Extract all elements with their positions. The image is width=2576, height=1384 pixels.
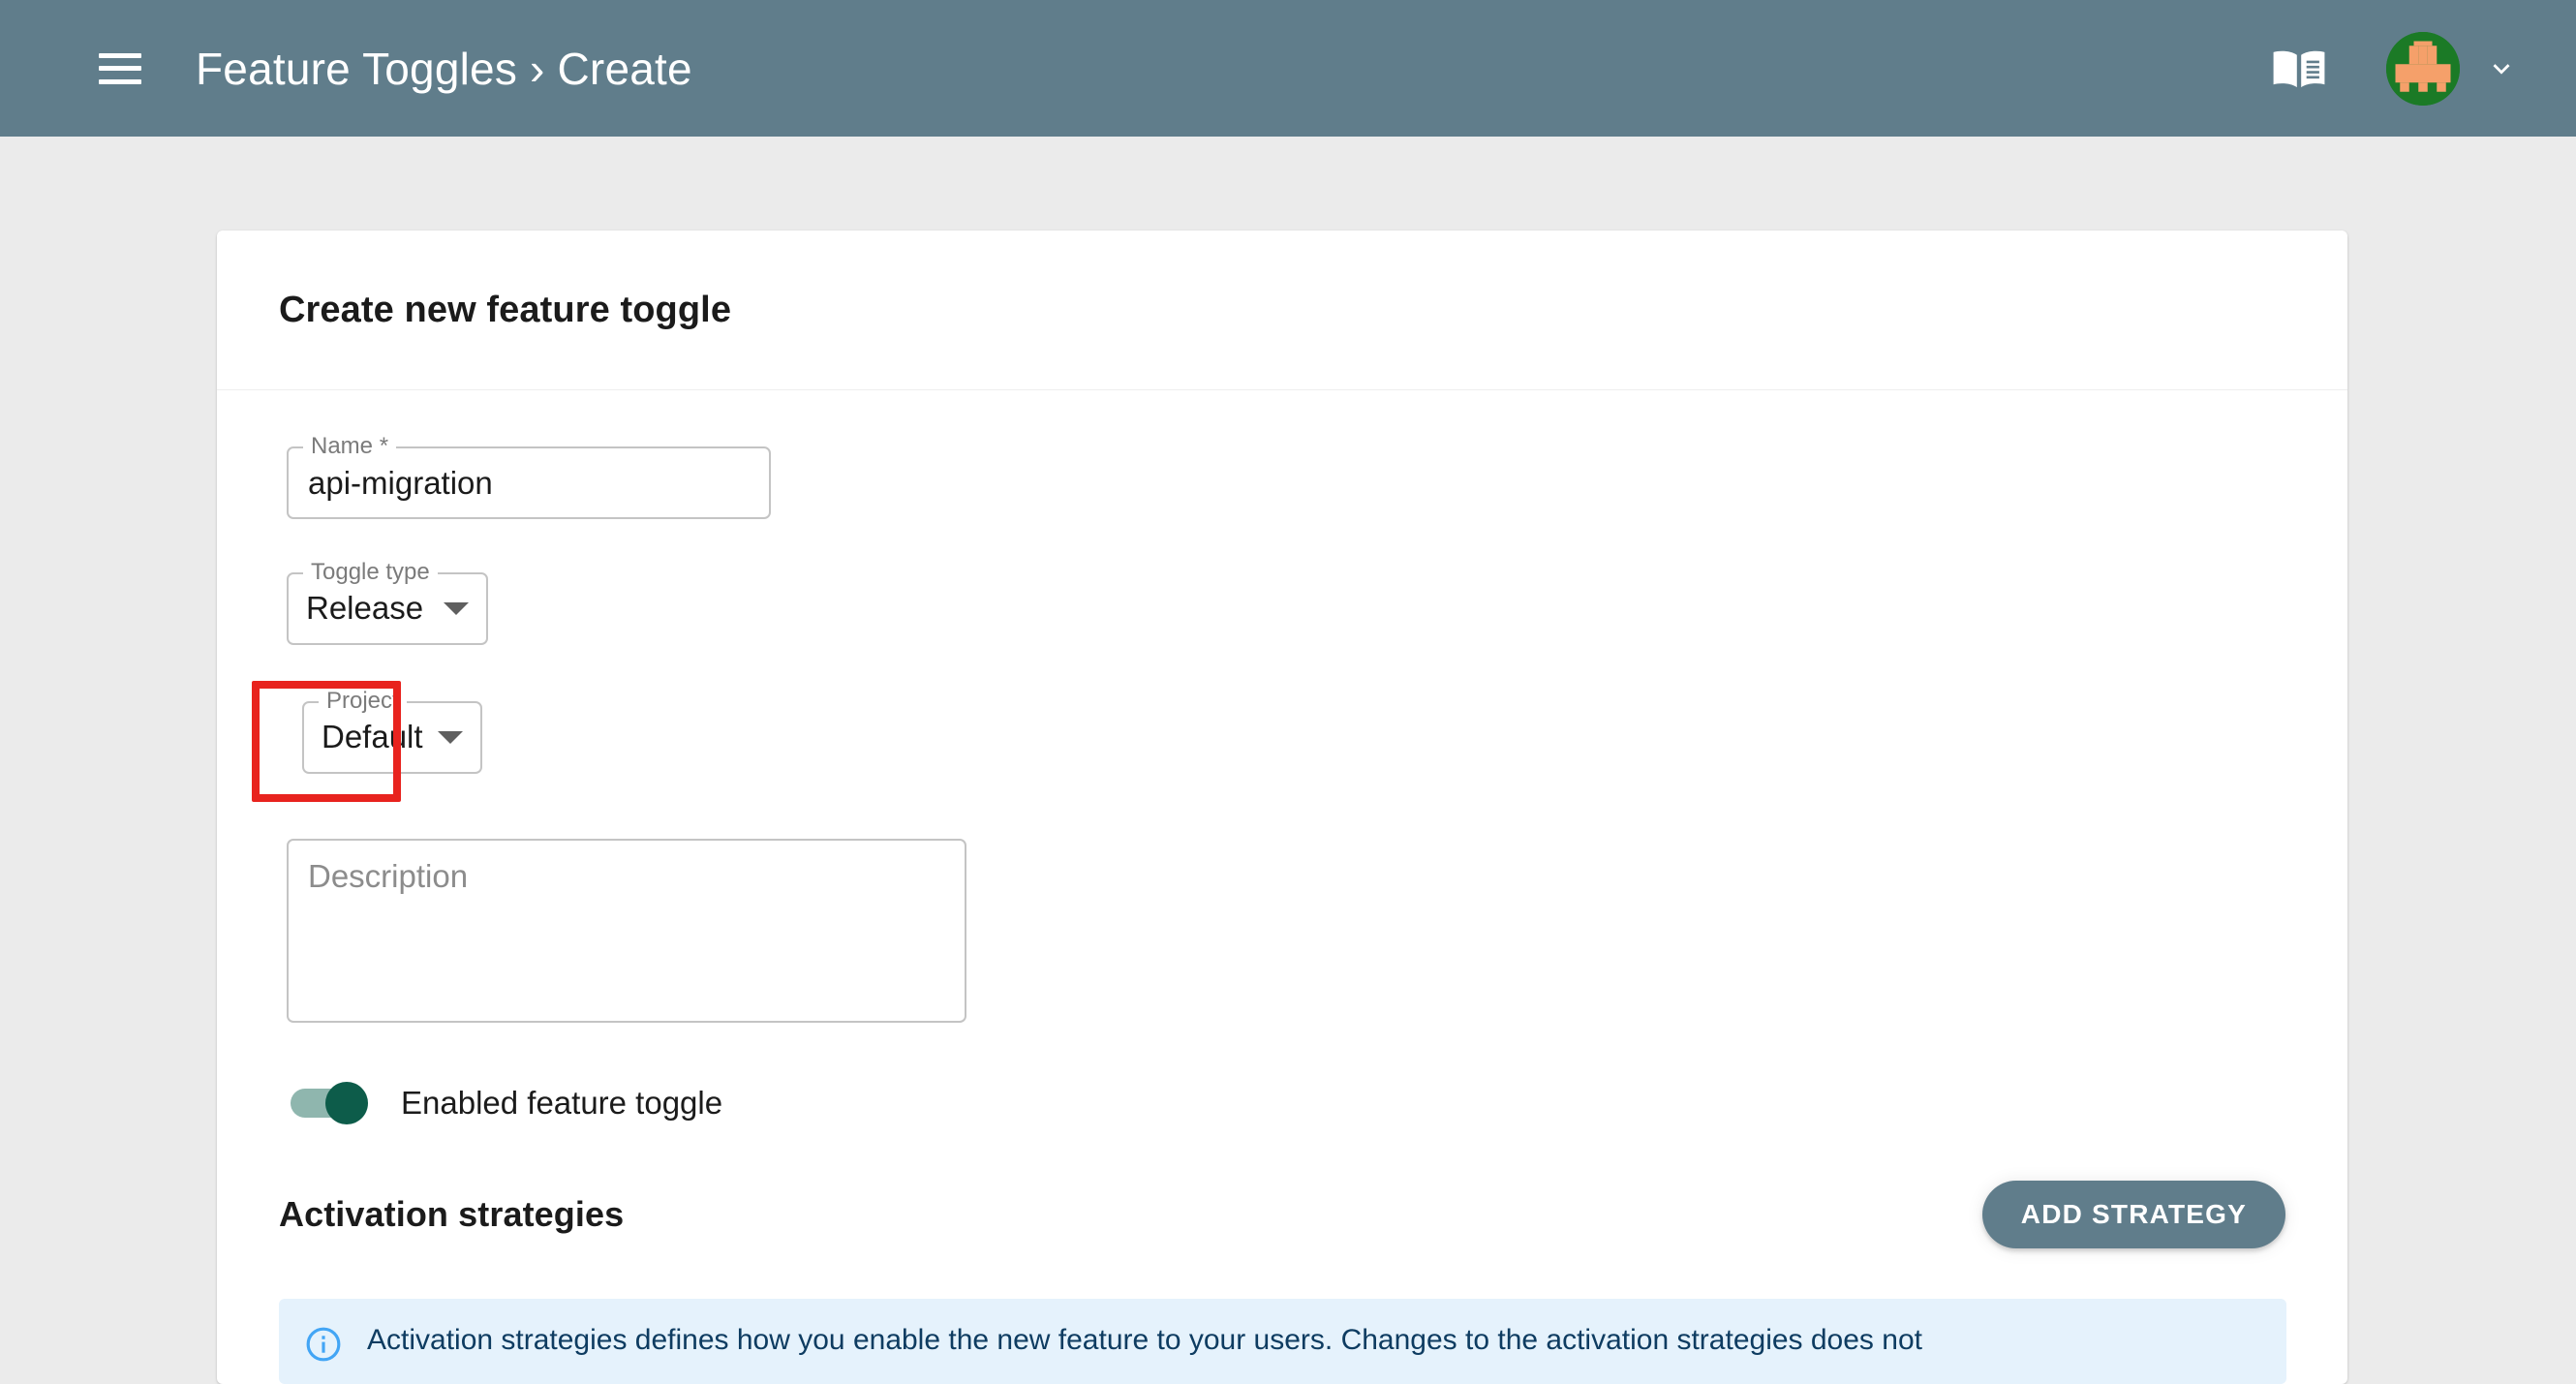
page-title: Create new feature toggle [279,289,732,330]
toggle-type-label: Toggle type [303,560,438,585]
add-strategy-button[interactable]: ADD STRATEGY [1981,1181,2285,1248]
name-input[interactable]: api-migration [308,467,493,499]
chevron-down-icon[interactable] [438,731,463,744]
activation-strategies-title: Activation strategies [279,1194,625,1234]
description-textarea[interactable]: Description [287,839,966,1023]
enabled-feature-toggle-switch[interactable] [291,1081,368,1124]
project-field-highlight [252,681,401,802]
hamburger-bar [99,78,141,84]
name-field-label: Name * [303,434,397,459]
hamburger-bar [99,66,141,71]
create-feature-toggle-card: Create new feature toggle Name * api-mig… [217,231,2347,1384]
toggle-type-value: Release [306,590,424,626]
chevron-down-icon[interactable] [444,602,469,615]
enabled-toggle-label: Enabled feature toggle [401,1085,723,1121]
avatar[interactable] [2386,31,2460,106]
info-alert: Activation strategies defines how you en… [279,1299,2286,1384]
breadcrumb: Feature Toggles › Create [196,43,692,94]
switch-thumb [325,1081,368,1124]
hamburger-menu-icon[interactable] [99,52,141,84]
info-alert-text: Activation strategies defines how you en… [367,1324,1922,1356]
toggle-type-select[interactable]: Toggle type Release [287,560,488,645]
activation-strategies-header: Activation strategies ADD STRATEGY [279,1181,2285,1248]
project-field-wrapper: Project Default [294,689,2285,779]
app-header: Feature Toggles › Create [0,0,2576,137]
card-body: Name * api-migration Toggle type Release… [217,390,2347,1384]
avatar-image [2386,31,2460,106]
book-icon[interactable] [2272,47,2326,90]
card-header: Create new feature toggle [217,231,2347,390]
name-field[interactable]: Name * api-migration [287,434,771,519]
hamburger-bar [99,52,141,58]
chevron-down-icon[interactable] [2485,52,2518,85]
info-circle-icon [306,1327,341,1362]
description-placeholder: Description [308,858,469,894]
enabled-toggle-row: Enabled feature toggle [291,1081,2285,1124]
